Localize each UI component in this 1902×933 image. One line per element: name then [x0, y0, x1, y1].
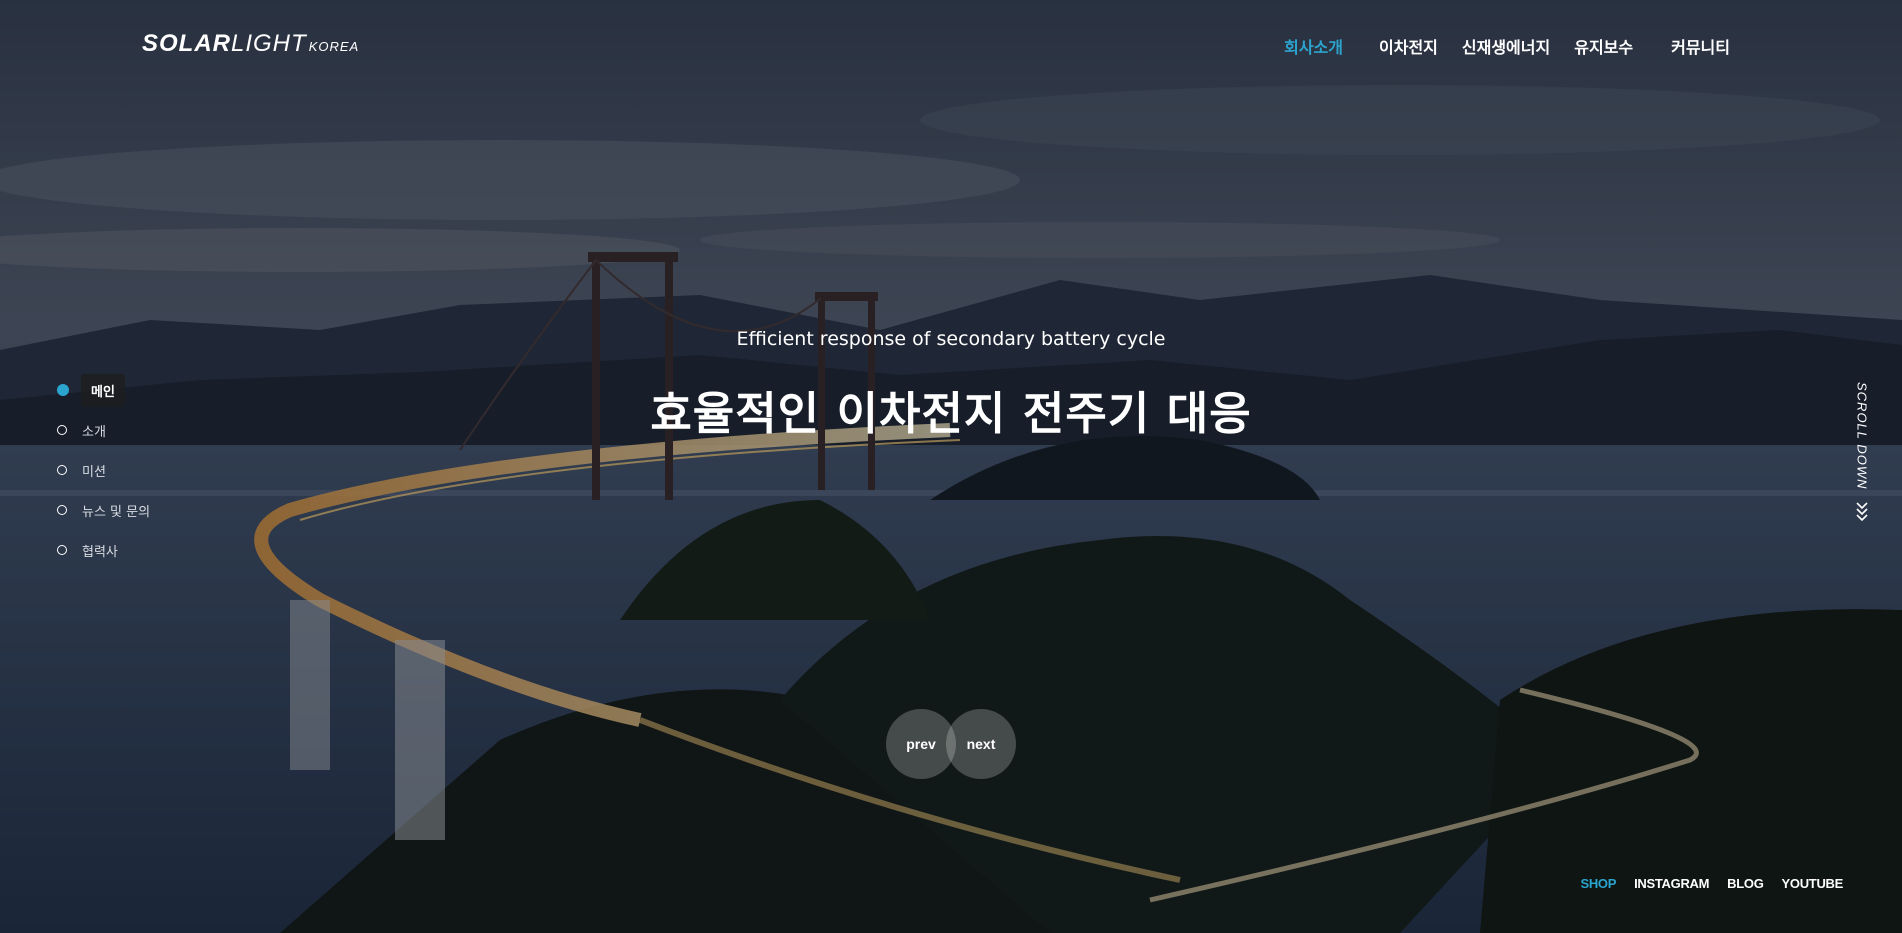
hero-subtitle: Efficient response of secondary battery … — [736, 328, 1166, 350]
site-logo[interactable]: SOLAR LIGHT KOREA — [142, 30, 359, 58]
nav-item-secondary-battery[interactable]: 이차전지 — [1367, 34, 1450, 58]
main-nav: 회사소개 이차전지 신재생에너지 유지보수 커뮤니티 — [1272, 34, 1742, 58]
next-slide-button[interactable]: next — [946, 709, 1016, 779]
dot-indicator — [57, 545, 67, 555]
scroll-down-label: SCROLL DOWN — [1854, 382, 1870, 490]
social-links: SHOP INSTAGRAM BLOG YOUTUBE — [1571, 876, 1852, 891]
social-link-blog[interactable]: BLOG — [1718, 876, 1772, 891]
side-nav-label: 협력사 — [82, 544, 118, 560]
slide-pager: prev next — [886, 709, 1016, 779]
nav-item-company[interactable]: 회사소개 — [1272, 34, 1355, 58]
social-link-youtube[interactable]: YOUTUBE — [1773, 876, 1852, 891]
nav-item-maintenance[interactable]: 유지보수 — [1562, 34, 1645, 58]
logo-text-sub: KOREA — [308, 39, 360, 54]
hero-title: 효율적인 이차전지 전주기 대응 — [650, 387, 1252, 440]
hero-section: SOLAR LIGHT KOREA 회사소개 이차전지 신재생에너지 유지보수 … — [0, 0, 1902, 933]
dot-indicator — [57, 505, 67, 515]
nav-item-renewable-energy[interactable]: 신재생에너지 — [1450, 34, 1562, 58]
logo-text-bold: SOLAR — [142, 30, 231, 57]
social-link-instagram[interactable]: INSTAGRAM — [1625, 876, 1718, 891]
double-chevron-down-icon — [1855, 500, 1869, 526]
side-nav-label: 미션 — [82, 464, 106, 480]
nav-item-community[interactable]: 커뮤니티 — [1659, 34, 1742, 58]
side-nav-item-mission[interactable]: 미션 — [57, 450, 150, 490]
dark-overlay — [0, 0, 1902, 933]
social-link-shop[interactable]: SHOP — [1571, 876, 1625, 891]
side-nav-label: 뉴스 및 문의 — [82, 504, 151, 520]
scroll-down-button[interactable]: SCROLL DOWN — [1852, 382, 1872, 526]
side-nav-item-partners[interactable]: 협력사 — [57, 530, 150, 570]
side-nav-item-news[interactable]: 뉴스 및 문의 — [57, 490, 150, 530]
logo-text-light: LIGHT — [231, 30, 307, 57]
dot-indicator — [57, 465, 67, 475]
